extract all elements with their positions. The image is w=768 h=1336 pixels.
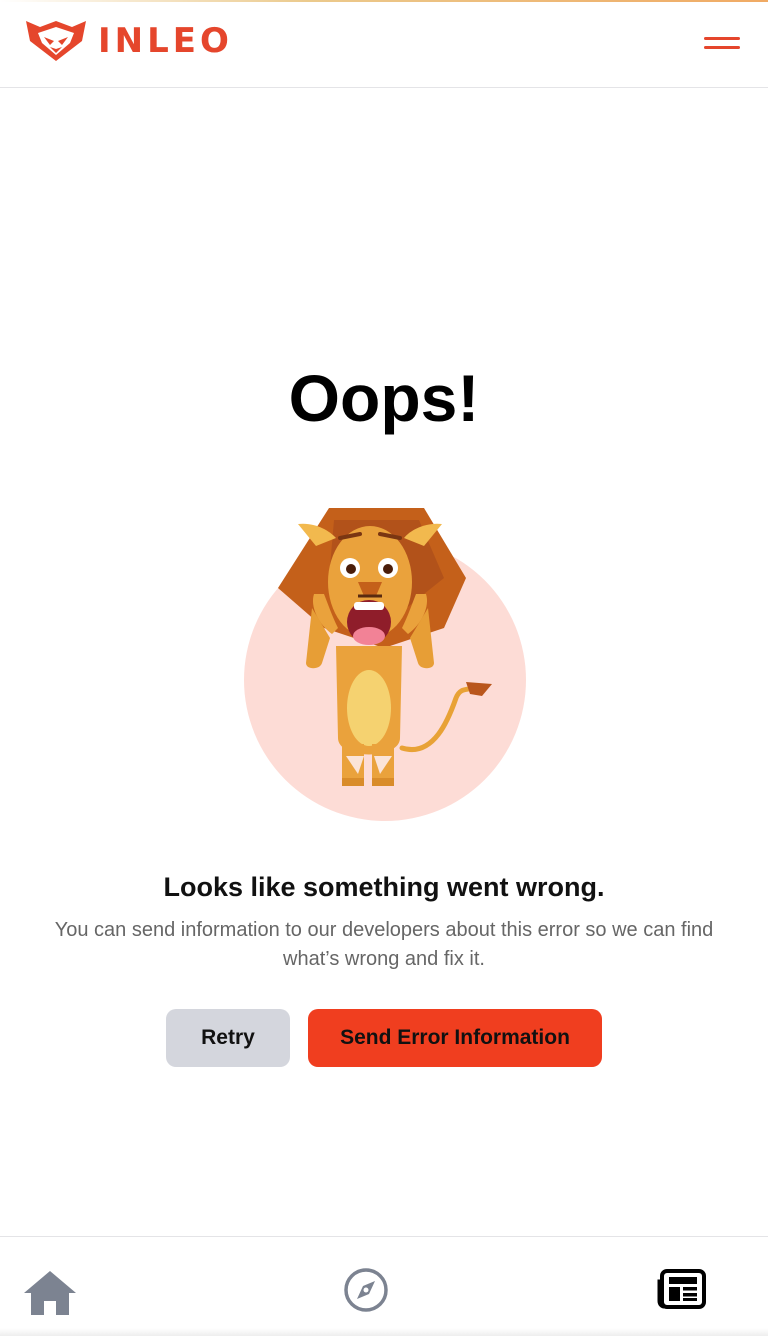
top-header: INLEO [0, 0, 768, 88]
nav-explore[interactable] [340, 1267, 396, 1319]
home-icon [24, 1271, 76, 1315]
brand-logo[interactable]: INLEO [24, 17, 233, 65]
compass-icon [344, 1268, 388, 1312]
error-description: You can send information to our develope… [54, 919, 714, 970]
hamburger-menu-icon [704, 37, 740, 40]
send-error-information-button[interactable]: Send Error Information [308, 1009, 602, 1067]
nav-news[interactable] [655, 1267, 711, 1319]
bottom-navigation [0, 1236, 768, 1336]
scared-lion-illustration [244, 508, 526, 821]
retry-button[interactable]: Retry [166, 1009, 290, 1067]
newspaper-icon [657, 1269, 706, 1309]
brand-name: INLEO [98, 21, 233, 61]
error-heading: Looks like something went wrong. [163, 872, 605, 902]
nav-home[interactable] [22, 1267, 78, 1319]
hamburger-menu-icon-line [704, 46, 740, 49]
hamburger-menu-button[interactable] [700, 28, 744, 58]
error-title: Oops! [288, 361, 480, 435]
bottom-edge-shadow [0, 1328, 768, 1336]
lion-head-logo-icon [26, 21, 86, 61]
